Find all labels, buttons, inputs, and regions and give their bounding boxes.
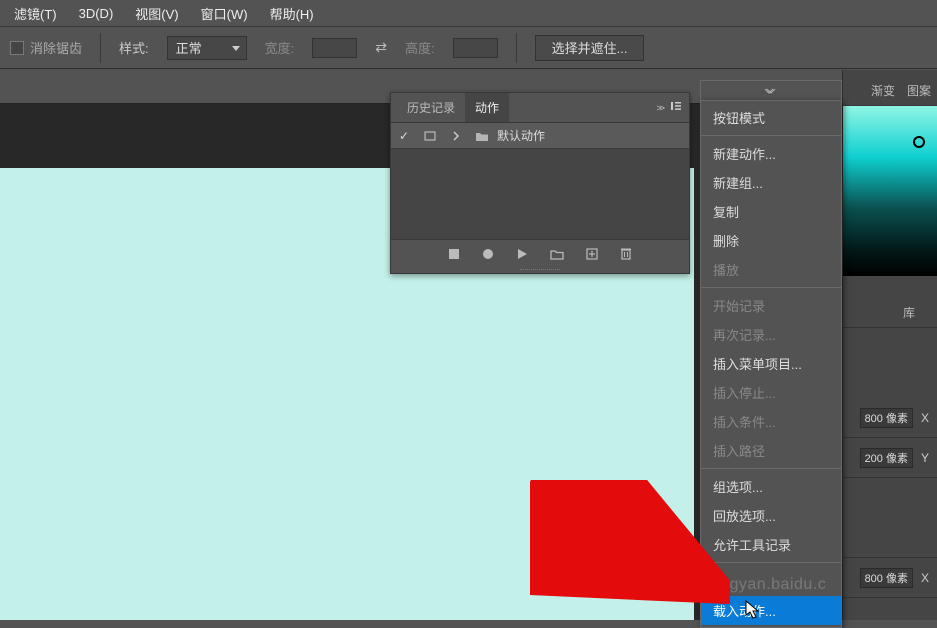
separator	[516, 33, 517, 63]
actions-empty-area	[391, 149, 689, 239]
menu-play: 播放	[701, 255, 841, 284]
record-icon[interactable]	[482, 248, 494, 260]
menu-button-mode[interactable]: 按钮模式	[701, 103, 841, 132]
toggle-dialog-icon[interactable]	[417, 129, 443, 143]
new-action-icon[interactable]	[586, 248, 598, 260]
action-row-default[interactable]: ✓ 默认动作	[391, 123, 689, 149]
folder-icon	[469, 129, 495, 143]
info-axis: X	[921, 571, 929, 585]
select-and-mask-button[interactable]: 选择并遮住...	[535, 35, 645, 61]
info-value: 800 像素	[860, 568, 913, 588]
tab-history[interactable]: 历史记录	[397, 93, 465, 122]
menu-window[interactable]: 窗口(W)	[191, 1, 258, 26]
info-row: 800 像素 X	[843, 398, 937, 438]
width-label: 宽度:	[265, 38, 295, 57]
trash-icon[interactable]	[620, 247, 632, 260]
play-icon[interactable]	[516, 248, 528, 260]
checkbox-icon	[10, 41, 24, 55]
stop-icon[interactable]	[448, 248, 460, 260]
info-row: 800 像素 X	[843, 558, 937, 598]
menu-separator	[701, 468, 841, 469]
antialias-label: 消除锯齿	[30, 38, 82, 57]
separator	[100, 33, 101, 63]
toggle-check-icon[interactable]: ✓	[391, 129, 417, 143]
menu-delete[interactable]: 删除	[701, 226, 841, 255]
tab-pattern[interactable]: 图案	[901, 76, 937, 105]
collapse-chevrons-icon[interactable]: >>	[656, 103, 663, 113]
new-folder-icon[interactable]	[550, 248, 564, 260]
style-select-value: 正常	[176, 38, 202, 57]
menu-separator	[701, 287, 841, 288]
panel-menu-icon[interactable]	[669, 99, 683, 116]
options-bar: 消除锯齿 样式: 正常 宽度: ⇄ 高度: 选择并遮住...	[0, 26, 937, 69]
actions-list: ✓ 默认动作	[391, 123, 689, 239]
right-dock: 渐变 图案 库 800 像素 X 200 像素 Y 800 像素 X	[842, 70, 937, 620]
menu-view[interactable]: 视图(V)	[125, 1, 188, 26]
menu-insert-condition: 插入条件...	[701, 407, 841, 436]
action-label: 默认动作	[495, 127, 689, 144]
panel-resize-grip[interactable]	[391, 267, 689, 273]
menu-playback-options[interactable]: 回放选项...	[701, 501, 841, 530]
info-axis: X	[921, 411, 929, 425]
actions-toolbar	[391, 239, 689, 267]
height-input[interactable]	[453, 38, 498, 58]
width-input[interactable]	[312, 38, 357, 58]
menu-separator	[701, 135, 841, 136]
info-row: 200 像素 Y	[843, 438, 937, 478]
menu-allow-tool-record[interactable]: 允许工具记录	[701, 530, 841, 559]
panel-tabs: 历史记录 动作 >>	[391, 93, 689, 123]
color-picker[interactable]	[843, 106, 937, 276]
tab-gradient[interactable]: 渐变	[865, 76, 901, 105]
tab-library[interactable]: 库	[881, 298, 937, 327]
menu-duplicate[interactable]: 复制	[701, 197, 841, 226]
expand-arrow-icon[interactable]	[443, 131, 469, 141]
style-label: 样式:	[119, 38, 149, 57]
menu-new-action[interactable]: 新建动作...	[701, 139, 841, 168]
lib-tabs: 库	[843, 298, 937, 328]
height-label: 高度:	[405, 38, 435, 57]
color-panel-tabs: 渐变 图案	[843, 76, 937, 106]
menu-group-options[interactable]: 组选项...	[701, 472, 841, 501]
info-value: 200 像素	[860, 448, 913, 468]
context-menu-header	[700, 80, 842, 100]
menu-filter[interactable]: 滤镜(T)	[4, 1, 67, 26]
actions-panel: 历史记录 动作 >> ✓ 默认动作	[390, 92, 690, 274]
menu-bar: 滤镜(T) 3D(D) 视图(V) 窗口(W) 帮助(H)	[0, 0, 937, 26]
select-mask-label: 选择并遮住...	[552, 38, 628, 57]
menu-3d[interactable]: 3D(D)	[69, 3, 124, 24]
antialias-checkbox[interactable]: 消除锯齿	[10, 38, 82, 57]
tab-actions[interactable]: 动作	[465, 93, 509, 122]
info-value: 800 像素	[860, 408, 913, 428]
menu-help[interactable]: 帮助(H)	[260, 1, 324, 26]
color-sample-ring-icon	[913, 136, 925, 148]
info-axis: Y	[921, 451, 929, 465]
menu-record-again: 再次记录...	[701, 320, 841, 349]
menu-insert-path: 插入路径	[701, 436, 841, 465]
mouse-cursor-icon	[745, 600, 763, 620]
menu-start-record: 开始记录	[701, 291, 841, 320]
menu-insert-stop: 插入停止...	[701, 378, 841, 407]
actions-context-menu: 按钮模式 新建动作... 新建组... 复制 删除 播放 开始记录 再次记录..…	[700, 100, 842, 628]
menu-new-group[interactable]: 新建组...	[701, 168, 841, 197]
menu-separator	[701, 562, 841, 563]
menu-load-action[interactable]: 载入动作...	[701, 596, 841, 625]
swap-icon[interactable]: ⇄	[375, 39, 387, 56]
style-select[interactable]: 正常	[167, 36, 247, 60]
menu-insert-menu-item[interactable]: 插入菜单项目...	[701, 349, 841, 378]
